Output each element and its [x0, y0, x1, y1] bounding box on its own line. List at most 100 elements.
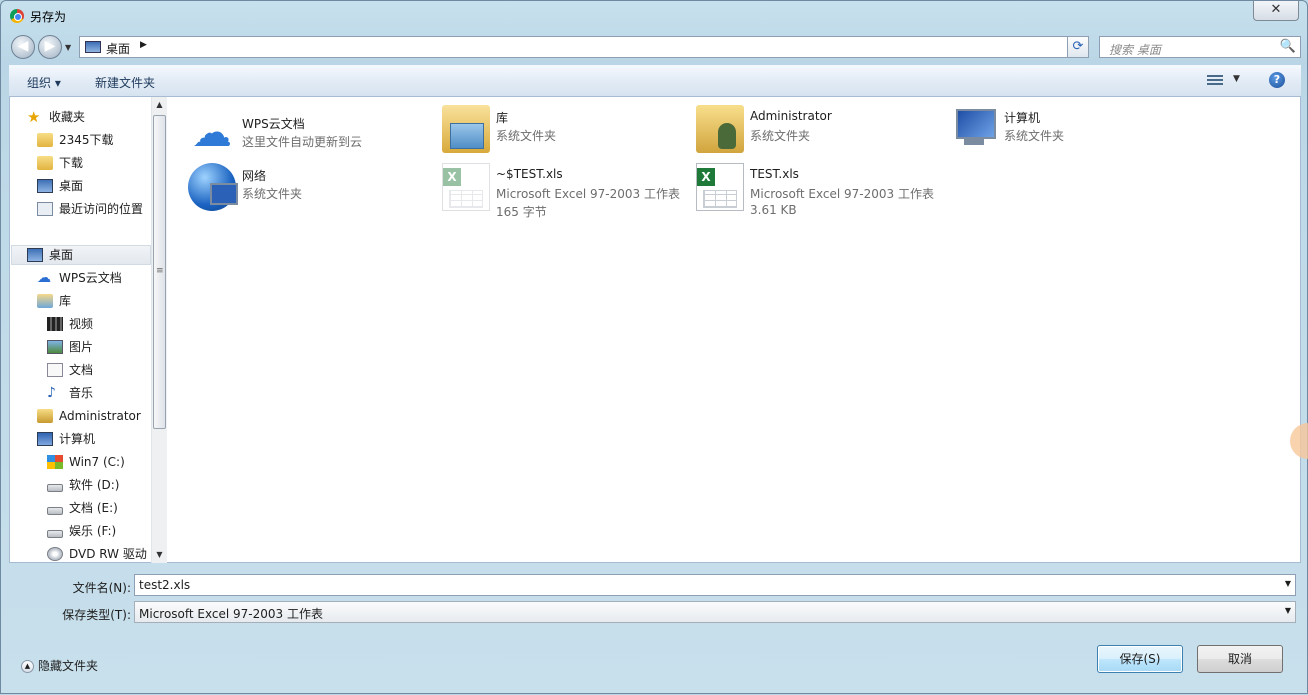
nav-item-label: 收藏夹 — [49, 110, 86, 124]
nav-item-label: DVD RW 驱动 — [69, 547, 147, 561]
save-as-dialog: 另存为 ✕ ◀ ▶ ▼ 桌面 ▶ ▼ ⟳ 搜索 桌面 🔍 组织 ▾ 新建文件夹 … — [0, 0, 1308, 694]
collapse-icon: ▲ — [21, 660, 34, 673]
scroll-up-arrow[interactable]: ▲ — [152, 97, 167, 113]
nav-item[interactable]: 桌面 — [27, 245, 73, 265]
excel-x-icon: X — [697, 168, 715, 186]
refresh-button[interactable]: ⟳ — [1067, 36, 1089, 58]
nav-item[interactable]: 下载 — [37, 153, 83, 173]
desktop-icon — [27, 247, 43, 262]
nav-item[interactable]: Win7 (C:) — [47, 452, 125, 472]
nav-item[interactable]: DVD RW 驱动 — [47, 544, 147, 563]
forward-button[interactable]: ▶ — [38, 35, 62, 59]
file-name: 网络 — [242, 169, 267, 183]
star-icon: ★ — [27, 107, 41, 126]
file-item[interactable]: 库系统文件夹 — [442, 105, 692, 157]
recent-pages-dropdown[interactable]: ▼ — [65, 43, 71, 52]
library-icon — [37, 293, 53, 308]
nav-item[interactable]: 桌面 — [37, 176, 83, 196]
nav-item-label: 娱乐 (F:) — [69, 524, 117, 538]
filetype-value[interactable]: Microsoft Excel 97-2003 工作表 — [139, 605, 323, 622]
hide-folders-label: 隐藏文件夹 — [38, 659, 99, 673]
nav-scrollbar[interactable]: ▲ ≡ ▼ — [151, 97, 167, 563]
new-folder-button[interactable]: 新建文件夹 — [95, 74, 155, 91]
file-name: 计算机 — [1004, 111, 1041, 125]
filetype-select[interactable]: Microsoft Excel 97-2003 工作表 ▼ — [134, 601, 1296, 623]
nav-item-label: 视频 — [69, 317, 94, 331]
downloads-folder-icon — [37, 155, 53, 170]
filename-dropdown[interactable]: ▼ — [1285, 579, 1291, 588]
nav-item-label: 2345下载 — [59, 133, 114, 147]
nav-item[interactable]: 最近访问的位置 — [37, 199, 143, 219]
breadcrumb-chevron-icon[interactable]: ▶ — [140, 40, 147, 50]
video-icon — [47, 316, 63, 331]
nav-item-label: 音乐 — [69, 386, 94, 400]
view-options-icon[interactable] — [1207, 73, 1223, 87]
nav-item[interactable]: 文档 — [47, 360, 93, 380]
filename-input[interactable]: test2.xls ▼ — [134, 574, 1296, 596]
hide-folders-button[interactable]: ▲ 隐藏文件夹 — [21, 657, 98, 674]
nav-item[interactable]: 娱乐 (F:) — [47, 521, 116, 541]
nav-item[interactable]: 文档 (E:) — [47, 498, 118, 518]
windows-drive-icon — [47, 454, 63, 469]
chrome-icon — [10, 9, 24, 23]
drive-icon — [47, 529, 63, 538]
network-icon — [188, 163, 238, 211]
file-item[interactable]: 网络 系统文件夹 — [188, 163, 438, 215]
filename-label: 文件名(N): — [72, 581, 131, 595]
nav-item[interactable]: ★ 收藏夹 — [27, 107, 85, 127]
title-bar: 另存为 ✕ — [1, 1, 1307, 31]
file-item[interactable]: X ~$TEST.xls Microsoft Excel 97-2003 工作表 16… — [442, 163, 692, 219]
file-name: WPS云文档 — [242, 117, 305, 131]
folder-icon — [37, 132, 53, 147]
file-description: Microsoft Excel 97-2003 工作表 — [496, 187, 680, 201]
search-placeholder[interactable]: 搜索 桌面 — [1109, 41, 1161, 58]
search-box[interactable]: 搜索 桌面 🔍 — [1099, 36, 1301, 58]
dialog-title: 另存为 — [30, 10, 67, 24]
search-icon[interactable]: 🔍 — [1280, 39, 1296, 54]
save-button[interactable]: 保存(S) — [1097, 645, 1183, 673]
nav-item[interactable]: 库 — [37, 291, 71, 311]
file-item[interactable]: X TEST.xls Microsoft Excel 97-2003 工作表 3.61… — [696, 163, 946, 217]
nav-item[interactable]: Administrator — [37, 406, 141, 426]
close-button[interactable]: ✕ — [1253, 1, 1299, 21]
scroll-thumb[interactable]: ≡ — [153, 115, 166, 429]
nav-item[interactable]: 2345下载 — [37, 130, 114, 150]
organize-menu[interactable]: 组织 ▾ — [27, 74, 61, 91]
nav-item-label: 计算机 — [59, 432, 96, 446]
nav-item[interactable]: ♪ 音乐 — [47, 383, 93, 403]
cloud-icon: ☁ — [192, 110, 232, 156]
filetype-dropdown[interactable]: ▼ — [1285, 606, 1291, 615]
nav-item-label: 文档 — [69, 363, 94, 377]
nav-item[interactable]: 软件 (D:) — [47, 475, 119, 495]
address-bar[interactable]: 桌面 ▶ ▼ — [79, 36, 1089, 58]
content-area: ★ 收藏夹 2345下载 下载 桌面 最近访问的位置 桌面 ☁ WPS云文档库视频 图片 文档 ♪ 音乐… — [9, 97, 1301, 563]
nav-item-label: 最近访问的位置 — [59, 202, 144, 216]
navigation-bar: ◀ ▶ ▼ 桌面 ▶ ▼ ⟳ 搜索 桌面 🔍 — [9, 33, 1301, 61]
view-dropdown[interactable]: ▼ — [1233, 74, 1240, 84]
address-location[interactable]: 桌面 — [106, 40, 130, 57]
documents-icon — [47, 362, 63, 377]
nav-item-label: 库 — [59, 294, 72, 308]
nav-item[interactable]: ☁ WPS云文档 — [37, 268, 122, 288]
nav-item-label: 图片 — [69, 340, 94, 354]
nav-item[interactable]: 图片 — [47, 337, 93, 357]
back-button[interactable]: ◀ — [11, 35, 35, 59]
nav-item[interactable]: 视频 — [47, 314, 93, 334]
user-folder-icon — [37, 408, 53, 423]
file-item[interactable]: Administrator 系统文件夹 — [696, 105, 946, 157]
file-item[interactable]: ☁ WPS云文档 这里文件自动更新到云 — [188, 111, 438, 163]
nav-item[interactable]: 计算机 — [37, 429, 95, 449]
file-item[interactable]: 计算机 系统文件夹 — [950, 105, 1200, 157]
spreadsheet-grid-icon — [703, 190, 737, 208]
help-icon[interactable]: ? — [1269, 72, 1285, 88]
filename-value[interactable]: test2.xls — [139, 578, 190, 592]
pictures-icon — [47, 339, 63, 354]
cancel-button[interactable]: 取消 — [1197, 645, 1283, 673]
recent-places-icon — [37, 201, 53, 216]
music-icon: ♪ — [47, 384, 56, 401]
file-description: 系统文件夹 — [242, 187, 303, 201]
nav-item-label: 下载 — [59, 156, 84, 170]
scroll-down-arrow[interactable]: ▼ — [152, 547, 167, 563]
nav-item-label: Win7 (C:) — [69, 455, 125, 469]
file-description: 系统文件夹 — [750, 129, 811, 143]
